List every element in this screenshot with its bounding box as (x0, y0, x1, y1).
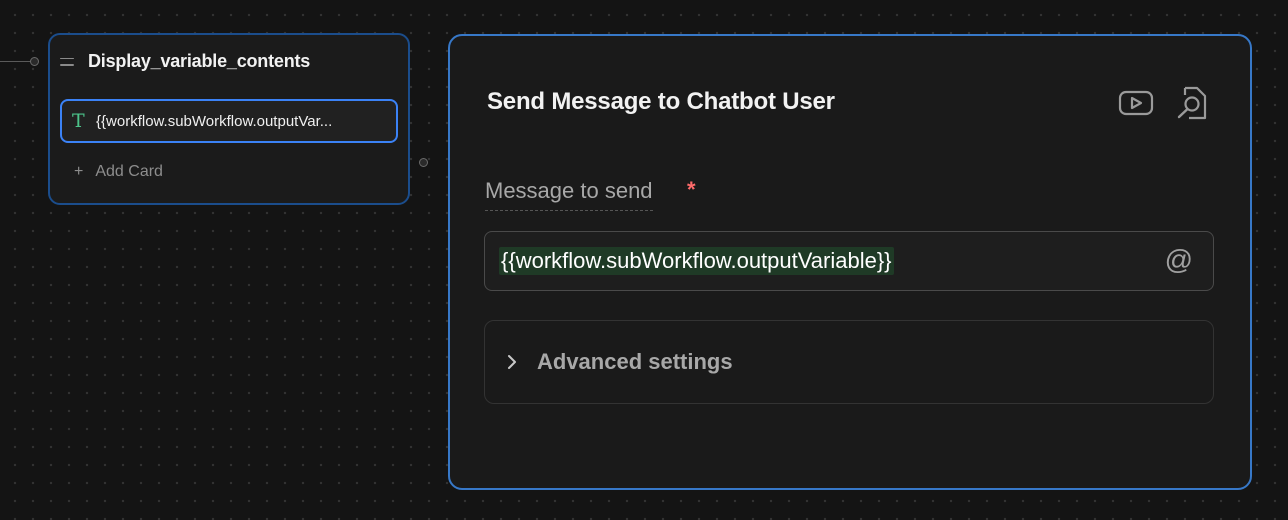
message-input[interactable]: {{workflow.subWorkflow.outputVariable}} … (484, 231, 1214, 291)
input-handle[interactable] (30, 57, 39, 66)
text-card[interactable]: T {{workflow.subWorkflow.outputVar... (60, 99, 398, 143)
message-field-label: Message to send (485, 178, 653, 211)
block-settings-panel: Send Message to Chatbot User Message to … (448, 34, 1252, 490)
advanced-settings-label: Advanced settings (537, 349, 733, 374)
add-card-button[interactable]: + Add Card (74, 163, 163, 181)
document-search-icon[interactable] (1175, 85, 1209, 121)
required-indicator: * (687, 177, 696, 202)
card-text: {{workflow.subWorkflow.outputVar... (96, 112, 333, 130)
group-node[interactable]: Display_variable_contents T {{workflow.s… (48, 33, 410, 205)
output-handle[interactable] (419, 158, 428, 167)
group-title: Display_variable_contents (88, 51, 311, 71)
video-play-icon[interactable] (1118, 89, 1154, 117)
group-header: Display_variable_contents (60, 51, 310, 72)
variable-token: {{workflow.subWorkflow.outputVariable}} (499, 247, 894, 275)
advanced-settings-toggle[interactable]: Advanced settings (484, 320, 1214, 404)
connection-edge (0, 61, 34, 62)
text-type-icon: T (72, 109, 85, 132)
at-sign-icon[interactable]: @ (1165, 246, 1193, 274)
drag-handle-icon[interactable] (60, 57, 74, 66)
chevron-right-icon (508, 355, 516, 369)
plus-icon: + (74, 163, 84, 180)
panel-title: Send Message to Chatbot User (487, 88, 835, 115)
add-card-label: Add Card (95, 163, 163, 180)
